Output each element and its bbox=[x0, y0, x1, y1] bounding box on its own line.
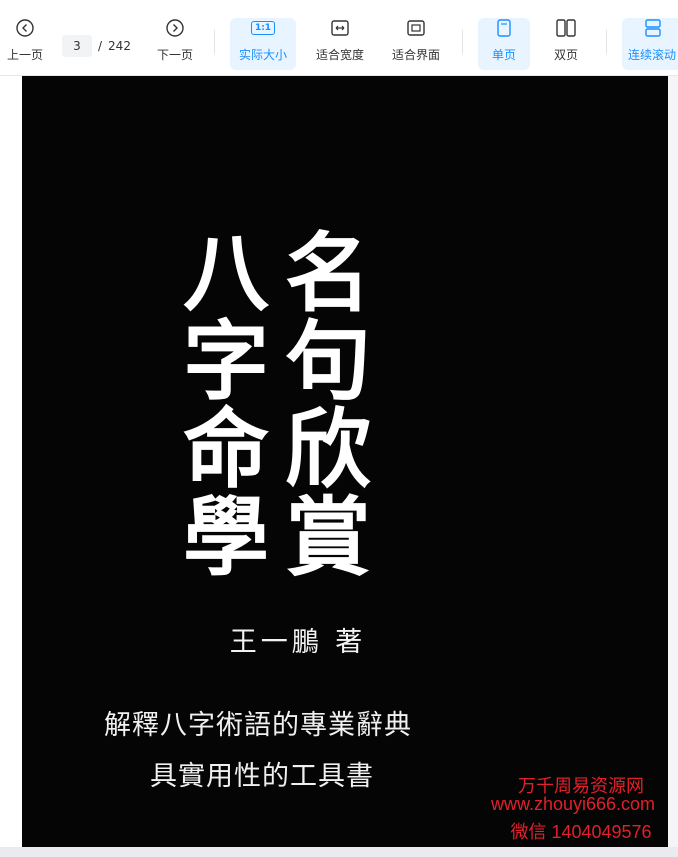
book-subtitle-line1: 解釋八字術語的專業辭典 bbox=[104, 710, 412, 741]
title-char: 句 bbox=[285, 311, 371, 412]
single-page-icon bbox=[495, 16, 513, 40]
viewer-bottom-bar bbox=[0, 847, 678, 857]
document-page: 八 字 命 學 名 句 欣 賞 王一鵬 著 解釋八字術語的專業辭典 具實用性的工… bbox=[22, 76, 668, 847]
actual-size-label: 实际大小 bbox=[238, 48, 287, 62]
book-subtitle-line2: 具實用性的工具書 bbox=[150, 761, 374, 792]
next-page-label: 下一页 bbox=[156, 48, 193, 62]
title-char: 名 bbox=[285, 223, 371, 324]
page-number-input[interactable] bbox=[62, 35, 92, 57]
prev-page-button[interactable]: 上一页 bbox=[4, 16, 46, 70]
watermark-url: www.zhouyi666.com bbox=[490, 794, 656, 814]
title-char: 八 bbox=[183, 223, 269, 324]
title-right-column: 名 句 欣 賞 bbox=[280, 230, 376, 582]
prev-page-label: 上一页 bbox=[6, 48, 43, 62]
toolbar-divider bbox=[462, 30, 463, 54]
fit-width-button[interactable]: 适合宽度 bbox=[310, 16, 370, 70]
title-char: 字 bbox=[183, 311, 269, 412]
double-page-label: 双页 bbox=[553, 48, 578, 62]
fit-page-icon bbox=[406, 16, 426, 40]
page-separator: / bbox=[98, 39, 103, 53]
continuous-scroll-clip: 连续滚动 bbox=[622, 16, 678, 70]
book-author: 王一鵬 著 bbox=[229, 627, 367, 658]
continuous-scroll-icon bbox=[628, 16, 678, 40]
page-margin bbox=[0, 76, 22, 847]
viewer-toolbar: 上一页 / 242 下一页 1:1 实际大小 适合宽度 适合界面 bbox=[0, 0, 678, 76]
total-pages: 242 bbox=[108, 39, 131, 53]
fit-page-button[interactable]: 适合界面 bbox=[386, 16, 446, 70]
continuous-scroll-button[interactable]: 连续滚动 bbox=[628, 16, 678, 70]
title-char: 命 bbox=[183, 399, 269, 500]
next-page-button[interactable]: 下一页 bbox=[154, 16, 196, 70]
single-page-label: 单页 bbox=[491, 48, 516, 62]
actual-size-button[interactable]: 1:1 实际大小 bbox=[232, 16, 294, 70]
double-page-icon bbox=[555, 16, 577, 40]
title-char: 學 bbox=[183, 487, 269, 588]
chevron-left-circle-icon bbox=[15, 16, 35, 40]
actual-size-icon: 1:1 bbox=[250, 16, 276, 40]
title-char: 賞 bbox=[285, 487, 371, 588]
single-page-button[interactable]: 单页 bbox=[482, 16, 526, 70]
title-char: 欣 bbox=[285, 399, 371, 500]
title-left-column: 八 字 命 學 bbox=[178, 230, 274, 582]
toolbar-divider bbox=[606, 30, 607, 54]
fit-width-icon bbox=[330, 16, 350, 40]
watermark-wechat: 微信 1404049576 bbox=[510, 822, 652, 842]
fit-width-label: 适合宽度 bbox=[315, 48, 364, 62]
toolbar-divider bbox=[214, 30, 215, 54]
continuous-scroll-label: 连续滚动 bbox=[628, 48, 677, 62]
page-indicator: / 242 bbox=[62, 34, 140, 58]
chevron-right-circle-icon bbox=[165, 16, 185, 40]
fit-page-label: 适合界面 bbox=[391, 48, 440, 62]
double-page-button[interactable]: 双页 bbox=[544, 16, 588, 70]
